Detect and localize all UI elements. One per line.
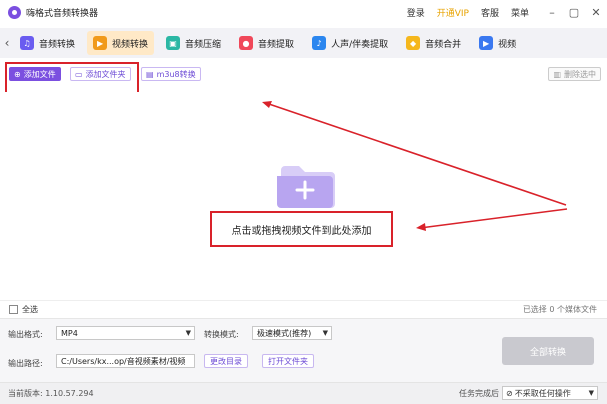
close-icon[interactable]: ✕ <box>585 0 607 24</box>
delete-selected-button[interactable]: ▥ 删除选中 <box>548 67 601 81</box>
tab-audio-compress[interactable]: ▣ 音频压缩 <box>160 31 227 55</box>
path-label: 输出路径: <box>8 359 43 368</box>
vip-link[interactable]: 开通VIP <box>437 6 469 19</box>
m3u8-convert-button[interactable]: ▤ m3u8转换 <box>141 67 201 81</box>
tab-vocal-extract[interactable]: ♪ 人声/伴奏提取 <box>306 31 394 55</box>
login-link[interactable]: 登录 <box>407 6 425 19</box>
microphone-icon: ● <box>239 36 254 50</box>
selection-row: 全选 已选择 0 个媒体文件 <box>0 300 607 318</box>
status-bar: 当前版本: 1.10.57.294 任务完成后 ⊘ 不采取任何操作 ▼ <box>0 382 607 404</box>
merge-icon: ◆ <box>406 36 421 50</box>
no-action-icon: ⊘ <box>506 388 513 398</box>
trash-icon: ▥ <box>553 69 561 79</box>
select-all-label[interactable]: 全选 <box>22 304 38 315</box>
compress-icon: ▣ <box>166 36 181 50</box>
tab-audio-extract[interactable]: ● 音频提取 <box>233 31 300 55</box>
after-task-select[interactable]: ⊘ 不采取任何操作 ▼ <box>502 386 598 400</box>
selected-count: 已选择 0 个媒体文件 <box>522 305 597 314</box>
chevron-down-icon: ▼ <box>322 329 328 337</box>
video-icon: ▶ <box>93 36 108 50</box>
open-folder-button[interactable]: 打开文件夹 <box>262 354 314 368</box>
app-logo-icon <box>8 5 21 19</box>
headphones-icon: ♫ <box>20 36 34 50</box>
tab-video-more[interactable]: ▶ 视频 <box>473 31 522 55</box>
change-dir-button[interactable]: 更改目录 <box>204 354 248 368</box>
function-tabs: ‹ ♫ 音频转换 ▶ 视频转换 ▣ 音频压缩 ● 音频提取 ♪ 人声/伴奏提取 … <box>0 28 607 58</box>
title-bar: 嗨格式音频转换器 登录 开通VIP 客服 菜单 – ▢ ✕ <box>0 0 607 24</box>
highlight-box-toolbar <box>5 62 139 96</box>
app-title: 嗨格式音频转换器 <box>26 8 99 19</box>
minimize-icon[interactable]: – <box>541 0 563 24</box>
chevron-down-icon: ▼ <box>588 389 594 397</box>
select-all-checkbox[interactable] <box>9 305 18 314</box>
version-text: 当前版本: 1.10.57.294 <box>8 389 94 398</box>
mode-select[interactable]: 极速模式(推荐) ▼ <box>252 326 332 340</box>
format-label: 输出格式: <box>8 330 43 339</box>
tab-video-convert[interactable]: ▶ 视频转换 <box>87 31 155 55</box>
title-actions: 登录 开通VIP 客服 菜单 – ▢ ✕ <box>407 0 607 24</box>
mode-label: 转换模式: <box>204 330 239 339</box>
tab-audio-merge[interactable]: ◆ 音频合并 <box>400 31 467 55</box>
file-icon: ▤ <box>146 69 154 79</box>
person-voice-icon: ♪ <box>312 36 327 50</box>
chevron-left-icon[interactable]: ‹ <box>0 28 14 58</box>
video-icon: ▶ <box>479 36 494 50</box>
tab-audio-convert[interactable]: ♫ 音频转换 <box>14 31 81 55</box>
convert-all-button[interactable]: 全部转换 <box>502 337 594 365</box>
output-path-field[interactable]: C:/Users/kx...op/音视频素材/视频 <box>56 354 195 368</box>
output-settings: 输出格式: MP4 ▼ 转换模式: 极速模式(推荐) ▼ 输出路径: C:/Us… <box>0 318 607 382</box>
chevron-down-icon: ▼ <box>185 329 191 337</box>
drop-hint[interactable]: 点击或拖拽视频文件到此处添加 <box>210 211 393 247</box>
maximize-icon[interactable]: ▢ <box>563 0 585 24</box>
after-task-label: 任务完成后 <box>459 389 499 398</box>
menu-link[interactable]: 菜单 <box>511 6 529 19</box>
folder-add-icon[interactable] <box>273 160 339 210</box>
service-link[interactable]: 客服 <box>481 6 499 19</box>
format-select[interactable]: MP4 ▼ <box>56 326 195 340</box>
